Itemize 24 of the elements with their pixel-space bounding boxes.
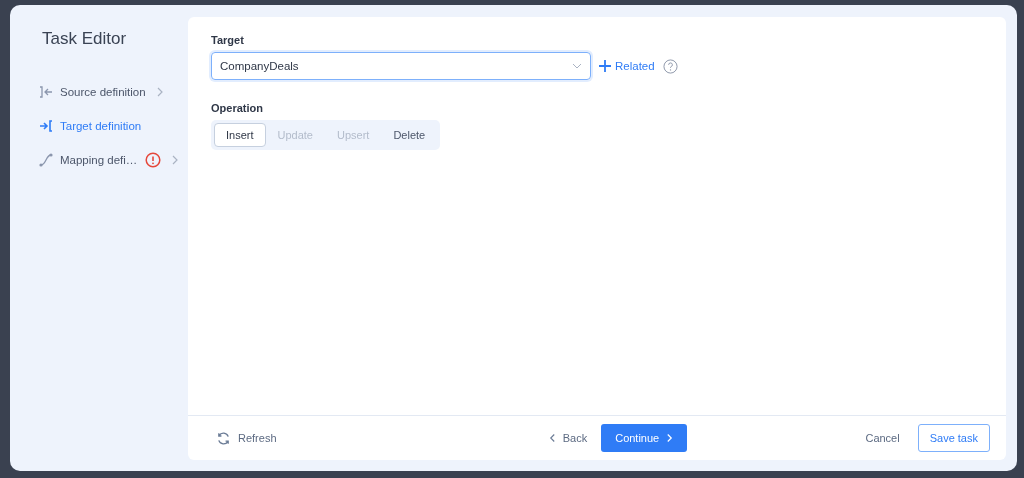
sidebar-item[interactable]: Mapping defi…: [34, 143, 188, 177]
curve-icon: [38, 152, 54, 168]
field-label: Operation: [211, 102, 264, 114]
refresh-icon: [216, 430, 231, 446]
save-task-button[interactable]: Save task: [917, 424, 990, 452]
window-title: Task Editor: [42, 29, 128, 49]
refresh-button[interactable]: Refresh: [212, 426, 281, 450]
help-icon[interactable]: [662, 58, 678, 74]
chevron-left-icon: [548, 433, 556, 443]
related-link[interactable]: Related: [599, 60, 655, 72]
operation-option[interactable]: Delete: [381, 123, 438, 147]
target-dropdown[interactable]: CompanyDeals: [211, 52, 591, 80]
arrow-in-bracket-icon: [38, 84, 54, 100]
continue-button[interactable]: Continue: [601, 424, 688, 452]
arrow-to-bracket-icon: [38, 118, 54, 134]
sidebar-item[interactable]: Target definition: [34, 109, 188, 143]
field-label: Target: [211, 34, 245, 46]
back-button[interactable]: Back: [544, 424, 592, 452]
plus-icon: [599, 60, 611, 72]
cancel-button[interactable]: Cancel: [861, 428, 904, 448]
chevron-down-icon: [572, 63, 582, 69]
sidebar-item[interactable]: Source definition: [34, 75, 188, 109]
operation-option[interactable]: Insert: [214, 123, 266, 147]
chevron-right-icon: [666, 433, 674, 443]
